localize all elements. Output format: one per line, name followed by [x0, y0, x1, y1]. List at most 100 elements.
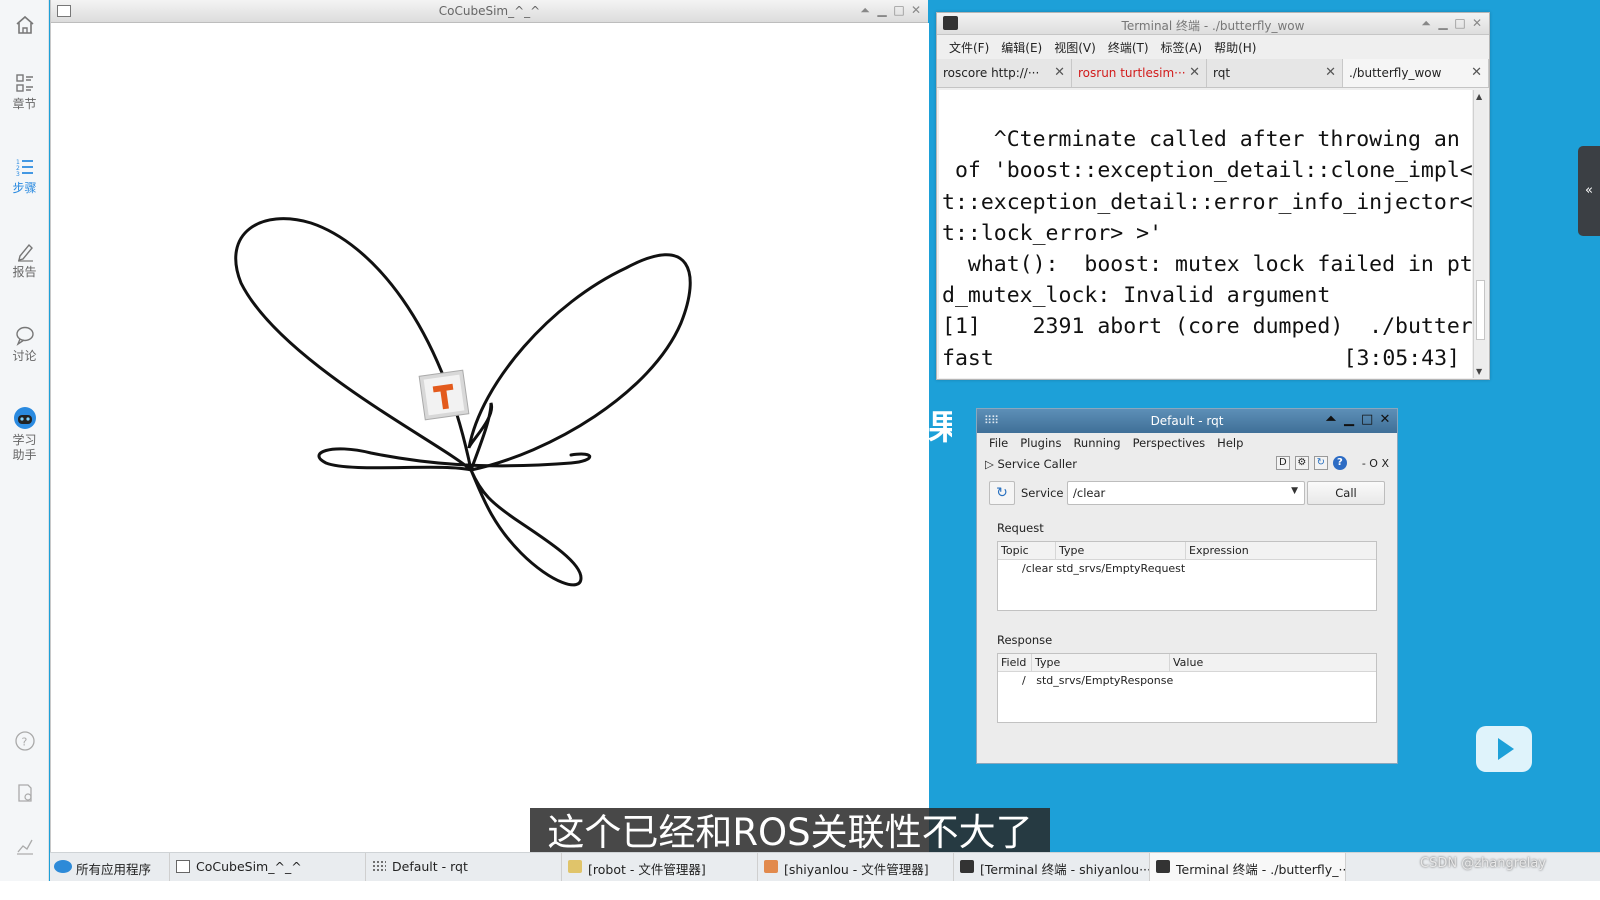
shade-icon[interactable]: ⏶ [1325, 412, 1337, 427]
learning-sidebar: 章节 123 步骤 报告 讨论 学习 助手 ? [0, 0, 49, 900]
maximize-icon[interactable]: □ [893, 3, 905, 18]
close-icon[interactable]: ✕ [1379, 412, 1391, 427]
terminal-output[interactable]: ^Cterminate called after throwing an ins… [939, 90, 1472, 378]
column-header[interactable]: Topic [998, 542, 1056, 559]
reload-icon[interactable]: ↻ [1313, 456, 1328, 470]
help-icon[interactable]: ? [1332, 456, 1347, 470]
response-table[interactable]: Field Type Value / std_srvs/EmptyRespons… [997, 653, 1377, 723]
menu-running[interactable]: Running [1073, 436, 1120, 450]
collapse-panel-button[interactable]: « [1578, 146, 1600, 236]
column-header[interactable]: Type [1056, 542, 1186, 559]
minimize-icon[interactable]: ▁ [1343, 412, 1355, 427]
maximize-icon[interactable]: □ [1361, 412, 1373, 427]
menu-plugins[interactable]: Plugins [1020, 436, 1061, 450]
scroll-up-icon[interactable]: ▲ [1476, 92, 1482, 101]
shade-icon[interactable]: ⏶ [1420, 16, 1432, 31]
turtlesim-titlebar[interactable]: CoCubeSim_^_^ ⏶ ▁ □ ✕ [51, 0, 928, 23]
table-row[interactable]: /clear std_srvs/EmptyRequest [1022, 562, 1185, 575]
sidebar-item-home[interactable] [0, 14, 49, 39]
taskbar-all-apps[interactable]: 所有应用程序 [50, 853, 170, 881]
menu-help[interactable]: Help [1217, 436, 1243, 450]
sidebar-item-discussion[interactable]: 讨论 [0, 324, 49, 364]
taskbar-terminal-shiyanlou[interactable]: [Terminal 终端 - shiyanlou··· [954, 853, 1150, 881]
minimize-icon[interactable]: ▁ [1437, 16, 1449, 31]
scroll-thumb[interactable] [1476, 280, 1485, 340]
folder-icon [568, 860, 582, 873]
turtle-icon [418, 369, 470, 421]
sidebar-item-assistant[interactable]: 学习 助手 [0, 406, 49, 463]
stats-button[interactable] [0, 834, 49, 859]
help-button[interactable]: ? [0, 730, 49, 755]
menu-help[interactable]: 帮助(H) [1214, 39, 1256, 56]
dropdown-arrow-icon: ▼ [1291, 486, 1298, 496]
request-label: Request [997, 521, 1044, 535]
assistant-icon [13, 407, 36, 429]
menu-terminal[interactable]: 终端(T) [1108, 39, 1149, 56]
terminal-window: Terminal 终端 - ./butterfly_wow ⏶ ▁ □ ✕ 文件… [936, 12, 1490, 380]
taskbar-terminal-butterfly[interactable]: Terminal 终端 - ./butterfly_··· [1150, 853, 1346, 881]
maximize-icon[interactable]: □ [1454, 16, 1466, 31]
close-tab-icon[interactable]: ✕ [1471, 65, 1482, 80]
help-icon: ? [14, 731, 35, 751]
rqt-menubar: File Plugins Running Perspectives Help [977, 433, 1397, 453]
close-tab-icon[interactable]: ✕ [1189, 65, 1200, 80]
shade-icon[interactable]: ⏶ [859, 3, 871, 18]
tab-rqt[interactable]: rqt ✕ [1207, 59, 1343, 87]
window-icon [176, 860, 190, 873]
turtlesim-title: CoCubeSim_^_^ [438, 4, 541, 18]
expand-triangle-icon[interactable]: ▷ [985, 457, 998, 471]
steps-icon: 123 [16, 159, 33, 178]
service-row: ↻ Service /clear ▼ Call [987, 481, 1387, 507]
terminal-menubar: 文件(F) 编辑(E) 视图(V) 终端(T) 标签(A) 帮助(H) [937, 35, 1489, 59]
terminal-window-controls: ⏶ ▁ □ ✕ [1420, 16, 1483, 31]
turtlesim-canvas[interactable] [51, 23, 929, 872]
tab-butterfly-wow[interactable]: ./butterfly_wow ✕ [1343, 59, 1489, 87]
taskbar-cocubesim[interactable]: CoCubeSim_^_^ [170, 853, 366, 881]
terminal-scrollbar[interactable]: ▲ ▼ [1473, 90, 1487, 378]
menu-edit[interactable]: 编辑(E) [1001, 39, 1042, 56]
table-row[interactable]: / std_srvs/EmptyResponse [1022, 674, 1173, 687]
column-header[interactable]: Type [1032, 654, 1170, 671]
chart-icon [16, 839, 33, 855]
close-tab-icon[interactable]: ✕ [1325, 65, 1336, 80]
service-label: Service [1021, 486, 1064, 500]
column-header[interactable]: Expression [1186, 542, 1376, 559]
refresh-services-button[interactable]: ↻ [989, 481, 1015, 505]
menu-file[interactable]: 文件(F) [949, 39, 989, 56]
feedback-button[interactable] [0, 782, 49, 807]
sidebar-item-report[interactable]: 报告 [0, 240, 49, 280]
settings-icon[interactable]: ⚙ [1294, 456, 1309, 470]
menu-tabs[interactable]: 标签(A) [1161, 39, 1203, 56]
video-player-widget[interactable] [1476, 726, 1532, 772]
request-topic: /clear [1022, 562, 1053, 575]
turtle-path-drawing [234, 217, 692, 587]
taskbar-rqt[interactable]: Default - rqt [366, 853, 562, 881]
minimize-icon[interactable]: ▁ [876, 3, 888, 18]
grid-icon [372, 860, 386, 873]
taskbar-robot-file-manager[interactable]: [robot - 文件管理器] [562, 853, 758, 881]
close-icon[interactable]: ✕ [910, 3, 922, 18]
rqt-titlebar[interactable]: ⠿⠿ Default - rqt ⏶ ▁ □ ✕ [977, 409, 1397, 433]
menu-view[interactable]: 视图(V) [1054, 39, 1096, 56]
scroll-down-icon[interactable]: ▼ [1476, 367, 1482, 376]
tab-rosrun-turtlesim[interactable]: rosrun turtlesim··· ✕ [1072, 59, 1207, 87]
sidebar-item-steps[interactable]: 123 步骤 [0, 156, 49, 196]
service-select[interactable]: /clear ▼ [1067, 481, 1305, 505]
terminal-titlebar[interactable]: Terminal 终端 - ./butterfly_wow ⏶ ▁ □ ✕ [937, 13, 1489, 35]
sidebar-item-chapters[interactable]: 章节 [0, 72, 49, 112]
column-header[interactable]: Field [998, 654, 1032, 671]
close-tab-icon[interactable]: ✕ [1054, 65, 1065, 80]
call-button[interactable]: Call [1307, 481, 1385, 505]
column-header[interactable]: Value [1170, 654, 1376, 671]
taskbar-shiyanlou-file-manager[interactable]: [shiyanlou - 文件管理器] [758, 853, 954, 881]
plugin-label: Service Caller [997, 457, 1077, 471]
menu-file[interactable]: File [989, 436, 1008, 450]
response-label: Response [997, 633, 1053, 647]
request-table[interactable]: Topic Type Expression /clear std_srvs/Em… [997, 541, 1377, 611]
plugin-window-controls[interactable]: - O X [1362, 457, 1389, 470]
tab-roscore[interactable]: roscore http://··· ✕ [937, 59, 1072, 87]
dock-button[interactable]: D [1275, 456, 1290, 470]
close-icon[interactable]: ✕ [1471, 16, 1483, 31]
bottom-strip [0, 881, 1600, 900]
menu-perspectives[interactable]: Perspectives [1133, 436, 1206, 450]
